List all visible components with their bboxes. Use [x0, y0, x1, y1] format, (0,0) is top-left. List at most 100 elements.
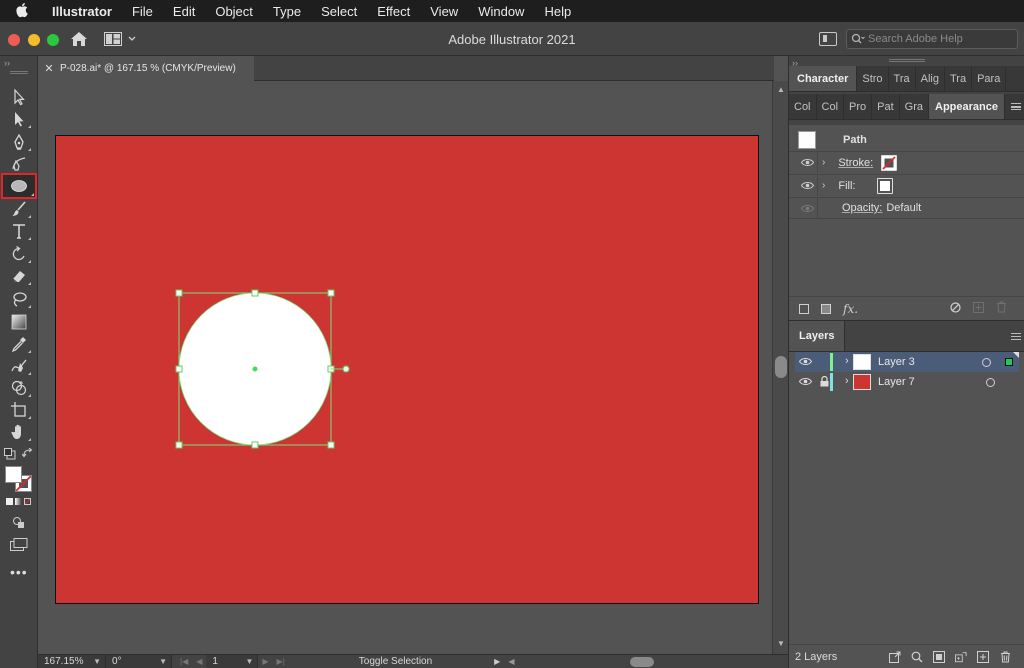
menu-file[interactable]: File — [122, 4, 163, 19]
gradient-mode-icon[interactable] — [15, 498, 22, 505]
clear-appearance-icon[interactable] — [950, 301, 961, 316]
tab-align[interactable]: Alig — [916, 66, 945, 91]
selected-ellipse[interactable] — [38, 81, 772, 654]
rotate-tool-icon[interactable] — [6, 244, 32, 264]
fill-label[interactable]: Fill: — [838, 180, 855, 192]
scroll-left-arrow-icon[interactable]: ◀ — [508, 657, 514, 666]
appearance-opacity-row[interactable]: Opacity: Default — [789, 197, 1024, 219]
zoom-level-field[interactable]: 167.15% ▼ — [38, 654, 106, 668]
status-menu-arrow-icon[interactable]: ▶ — [494, 657, 500, 666]
menu-select[interactable]: Select — [311, 4, 367, 19]
menu-window[interactable]: Window — [468, 4, 534, 19]
more-tools-icon[interactable]: ••• — [10, 565, 28, 579]
lasso-tool-icon[interactable] — [6, 289, 32, 309]
fill-swatch-icon[interactable] — [877, 177, 894, 194]
scrollbar-thumb[interactable] — [775, 356, 787, 378]
locate-object-icon[interactable] — [911, 651, 923, 663]
vertical-scrollbar[interactable]: ▲ ▼ — [772, 81, 788, 654]
make-clipping-mask-icon[interactable] — [933, 650, 945, 663]
rotation-field[interactable]: 0° ▼ — [106, 654, 172, 668]
layer-selection-indicator[interactable] — [1005, 358, 1013, 366]
workspace-switcher-button[interactable] — [104, 31, 140, 47]
tab-gradient[interactable]: Gra — [900, 94, 930, 119]
tab-color[interactable]: Col — [789, 94, 817, 119]
duplicate-item-icon[interactable] — [973, 301, 984, 316]
menu-illustrator[interactable]: Illustrator — [48, 4, 122, 19]
type-tool-icon[interactable] — [6, 221, 32, 241]
eraser-tool-icon[interactable] — [6, 266, 32, 286]
eye-icon[interactable] — [798, 377, 813, 389]
stroke-swatch-icon[interactable] — [881, 154, 898, 171]
swap-fill-stroke-icon[interactable] — [21, 447, 34, 460]
pie-widget-handle[interactable] — [342, 365, 350, 373]
stroke-label[interactable]: Stroke: — [838, 157, 873, 169]
add-new-stroke-icon[interactable] — [799, 303, 809, 314]
gradient-tool-icon[interactable] — [6, 312, 32, 332]
eyedropper-tool-icon[interactable] — [6, 334, 32, 354]
menu-effect[interactable]: Effect — [367, 4, 420, 19]
shape-builder-tool-icon[interactable] — [6, 378, 32, 398]
home-icon[interactable] — [68, 30, 90, 48]
artboard-tool-icon[interactable] — [6, 400, 32, 420]
tab-color-guide[interactable]: Col — [817, 94, 845, 119]
menu-help[interactable]: Help — [534, 4, 581, 19]
close-tab-icon[interactable]: ✕ — [38, 62, 60, 75]
appearance-fill-row[interactable]: › Fill: — [789, 174, 1024, 196]
appearance-stroke-row[interactable]: › Stroke: — [789, 151, 1024, 173]
export-icon[interactable] — [889, 651, 901, 663]
window-minimize-button[interactable] — [28, 34, 40, 46]
tab-pathfinder[interactable]: Pat — [872, 94, 900, 119]
direct-selection-tool-icon[interactable] — [6, 109, 32, 129]
blend-tool-icon[interactable] — [6, 356, 32, 376]
scroll-down-arrow-icon[interactable]: ▼ — [777, 639, 785, 648]
document-tab[interactable]: ✕ P-028.ai* @ 167.15 % (CMYK/Preview) — [38, 56, 254, 81]
layer-row-layer-3[interactable]: › Layer 3 — [795, 352, 1019, 372]
panel-layout-toggle-icon[interactable] — [819, 32, 837, 46]
search-input[interactable] — [868, 33, 1008, 45]
horizontal-scrollbar-thumb[interactable] — [630, 656, 655, 667]
pen-tool-icon[interactable] — [6, 132, 32, 152]
artboard-number-field[interactable]: 1 ▼ — [206, 654, 259, 668]
lock-icon[interactable] — [820, 375, 829, 390]
create-new-layer-icon[interactable] — [977, 650, 989, 663]
first-artboard-icon[interactable]: |◀ — [176, 657, 192, 666]
none-mode-icon[interactable] — [24, 498, 31, 505]
collapse-tools-icon[interactable]: ›› — [4, 58, 10, 68]
tab-properties[interactable]: Pro — [844, 94, 873, 119]
eye-icon[interactable] — [796, 158, 818, 167]
tab-transform[interactable]: Tra — [945, 66, 973, 91]
drawing-mode-icon[interactable] — [12, 516, 26, 530]
layer-target-icon[interactable] — [986, 377, 995, 387]
delete-layer-icon[interactable] — [999, 651, 1011, 663]
hand-tool-icon[interactable] — [6, 422, 32, 442]
expand-chevron-icon[interactable]: › — [822, 157, 825, 168]
panel-dock-grip[interactable] — [889, 59, 925, 62]
fill-swatch[interactable] — [5, 466, 22, 483]
search-help-field[interactable] — [846, 29, 1018, 49]
default-fill-stroke-icon[interactable] — [4, 448, 16, 460]
menu-view[interactable]: View — [420, 4, 468, 19]
scroll-up-arrow-icon[interactable]: ▲ — [777, 85, 785, 94]
add-new-effect-icon[interactable]: fx. — [843, 302, 858, 316]
paintbrush-tool-icon[interactable] — [6, 199, 32, 219]
layer-target-icon[interactable] — [982, 357, 991, 367]
panel-menu-icon[interactable] — [1007, 94, 1024, 119]
layers-panel-menu-icon[interactable] — [1007, 321, 1024, 351]
layer-row-layer-7[interactable]: › Layer 7 — [795, 372, 1019, 392]
menu-type[interactable]: Type — [263, 4, 311, 19]
menu-edit[interactable]: Edit — [163, 4, 205, 19]
selection-tool-icon[interactable] — [6, 87, 32, 107]
create-sublayer-icon[interactable] — [955, 651, 967, 663]
curvature-tool-icon[interactable] — [6, 154, 32, 174]
screen-mode-icon[interactable] — [10, 538, 28, 552]
tools-panel-grip[interactable] — [10, 71, 28, 74]
next-artboard-icon[interactable]: ▶ — [258, 657, 272, 666]
window-close-button[interactable] — [8, 34, 20, 46]
tab-character[interactable]: Character — [789, 66, 858, 91]
tab-appearance[interactable]: Appearance — [929, 94, 1005, 119]
menu-object[interactable]: Object — [205, 4, 263, 19]
expand-chevron-icon[interactable]: › — [845, 355, 849, 367]
delete-item-icon[interactable] — [996, 301, 1007, 316]
status-text[interactable]: Toggle Selection — [359, 656, 432, 667]
opacity-label[interactable]: Opacity: — [842, 202, 882, 214]
